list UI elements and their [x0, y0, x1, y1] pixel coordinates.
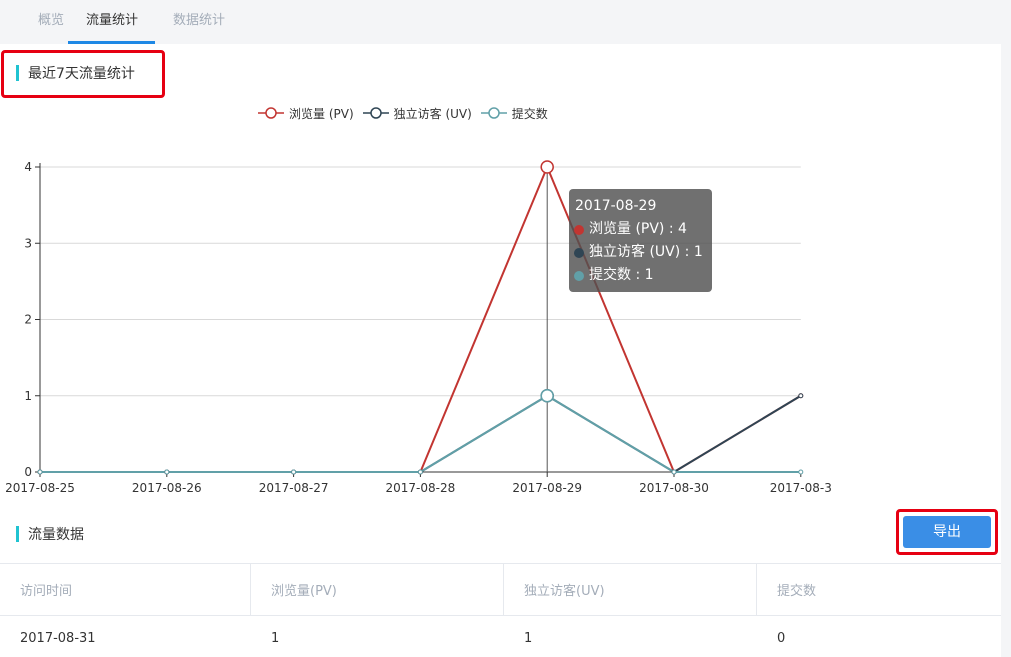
y-tick-label: 0	[24, 465, 32, 479]
data-point	[798, 393, 804, 399]
header-visit-time[interactable]: 访问时间	[0, 564, 251, 615]
data-point	[798, 469, 804, 475]
page: 概览 流量统计 数据统计 最近7天流量统计 浏览量 (PV) 独立访客 (UV)…	[0, 0, 1011, 657]
tab-overview[interactable]: 概览	[38, 0, 64, 44]
tooltip-submit-text: 提交数 : 1	[589, 267, 654, 283]
cell-pv: 1	[271, 630, 280, 646]
x-tick-label: 2017-08-29	[512, 481, 582, 495]
series-line-3	[40, 394, 801, 473]
table-row: 2017-08-31 1 1 0	[0, 616, 1001, 657]
tooltip-submit-dot-icon	[574, 270, 584, 281]
legend-pv-label: 浏览量 (PV)	[289, 106, 354, 121]
cell-submissions: 0	[777, 630, 786, 646]
data-section-title: 流量数据	[16, 524, 84, 544]
tooltip-uv-dot-icon	[574, 247, 584, 258]
table-header: 访问时间 浏览量(PV) 独立访客(UV) 提交数	[0, 564, 1001, 616]
legend-item-uv[interactable]: 独立访客 (UV)	[362, 105, 472, 122]
x-tick-label: 2017-08-26	[132, 481, 202, 495]
tab-data-stats[interactable]: 数据统计	[173, 0, 225, 44]
tooltip-row-uv: 独立访客 (UV) : 1	[574, 241, 706, 264]
export-highlight-box	[896, 509, 998, 555]
data-point	[540, 389, 554, 403]
y-tick-label: 4	[24, 160, 32, 174]
x-tick-label: 2017-08-27	[259, 481, 329, 495]
header-uv[interactable]: 独立访客(UV)	[504, 564, 757, 615]
data-point	[37, 469, 43, 475]
chart-tooltip: 2017-08-29 浏览量 (PV) : 4 独立访客 (UV) : 1 提交…	[569, 189, 712, 292]
cell-visit-time: 2017-08-31	[20, 630, 96, 646]
legend-pv-icon	[258, 107, 284, 119]
tooltip-pv-text: 浏览量 (PV) : 4	[589, 221, 687, 237]
header-pv[interactable]: 浏览量(PV)	[251, 564, 504, 615]
tooltip-row-pv: 浏览量 (PV) : 4	[574, 218, 706, 241]
y-tick-label: 3	[24, 236, 32, 250]
x-tick-label: 2017-08-25	[5, 481, 75, 495]
data-point	[164, 469, 170, 475]
data-point	[291, 469, 297, 475]
y-tick-label: 1	[24, 389, 32, 403]
tab-bar: 概览 流量统计 数据统计	[0, 0, 1001, 44]
data-point	[671, 469, 677, 475]
tooltip-uv-text: 独立访客 (UV) : 1	[589, 244, 703, 260]
traffic-data-table: 访问时间 浏览量(PV) 独立访客(UV) 提交数 2017-08-31 1 1…	[0, 563, 1001, 657]
data-point	[417, 469, 423, 475]
legend-uv-icon	[362, 107, 389, 119]
tooltip-date: 2017-08-29	[575, 198, 657, 214]
data-section-title-text: 流量数据	[28, 527, 84, 543]
header-submissions[interactable]: 提交数	[757, 564, 1001, 615]
tooltip-row-submit: 提交数 : 1	[574, 264, 706, 287]
x-tick-label: 2017-08-3	[770, 481, 832, 495]
active-tab-indicator	[68, 41, 155, 44]
tab-traffic-stats[interactable]: 流量统计	[86, 0, 138, 44]
x-tick-label: 2017-08-28	[386, 481, 456, 495]
x-tick-label: 2017-08-30	[639, 481, 709, 495]
legend-uv-label: 独立访客 (UV)	[393, 106, 472, 121]
cell-uv: 1	[524, 630, 533, 646]
data-point	[540, 160, 554, 174]
section-accent-bar	[16, 526, 19, 542]
legend-item-submit[interactable]: 提交数	[480, 105, 548, 122]
title-highlight-box	[1, 50, 165, 98]
series-line-2	[40, 394, 802, 473]
chart-legend: 浏览量 (PV) 独立访客 (UV) 提交数	[258, 104, 557, 122]
tooltip-pv-dot-icon	[574, 224, 584, 235]
scroll-gutter	[1001, 0, 1011, 657]
traffic-line-chart[interactable]: 0 1 2 3 4 2017-08-25 2017-08-26 2017-08-27 2017-…	[0, 140, 840, 502]
legend-submit-icon	[480, 107, 507, 119]
legend-submit-label: 提交数	[511, 106, 548, 121]
legend-item-pv[interactable]: 浏览量 (PV)	[258, 105, 354, 122]
y-tick-label: 2	[24, 313, 32, 327]
